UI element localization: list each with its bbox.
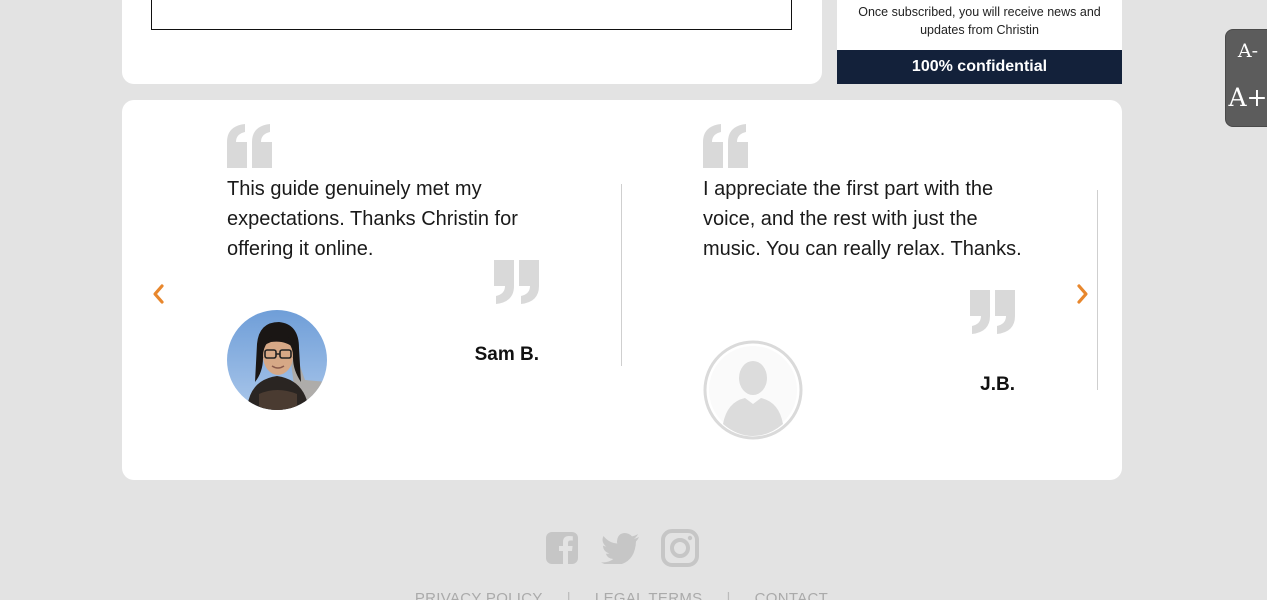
facebook-icon [546, 532, 578, 564]
carousel-prev-button[interactable] [148, 281, 168, 307]
page: Once subscribed, you will receive news a… [0, 0, 1267, 600]
testimonial-item: This guide genuinely met my expectations… [227, 100, 557, 480]
open-quote-icon [227, 124, 272, 168]
carousel-next-button[interactable] [1073, 281, 1093, 307]
link-separator: | [566, 590, 571, 600]
instagram-icon [661, 529, 699, 567]
confidential-banner: 100% confidential [837, 50, 1122, 84]
close-quote-icon [970, 290, 1015, 334]
testimonial-text: I appreciate the first part with the voi… [703, 178, 1022, 260]
instagram-link[interactable] [660, 528, 700, 568]
decrease-font-button[interactable]: A- [1226, 40, 1267, 62]
subscribe-card: Once subscribed, you will receive news a… [837, 0, 1122, 84]
content-card [122, 0, 822, 84]
divider [1097, 190, 1098, 390]
avatar-placeholder-icon [703, 340, 803, 440]
close-quote-icon [494, 260, 539, 304]
testimonial-text: This guide genuinely met my expectations… [227, 178, 518, 260]
testimonial-item: I appreciate the first part with the voi… [703, 100, 1033, 480]
subscribe-note: Once subscribed, you will receive news a… [858, 5, 1101, 37]
chevron-left-icon [153, 284, 164, 304]
divider [621, 184, 622, 366]
testimonials-carousel: This guide genuinely met my expectations… [122, 100, 1122, 480]
increase-font-button[interactable]: A+ [1226, 83, 1267, 112]
twitter-link[interactable] [600, 528, 642, 568]
form-field[interactable] [151, 0, 792, 30]
avatar [227, 310, 327, 410]
testimonial-author: J.B. [980, 374, 1015, 395]
open-quote-icon [703, 124, 748, 168]
link-separator: | [726, 590, 731, 600]
testimonial-author: Sam B. [474, 344, 539, 365]
legal-terms-link[interactable]: LEGAL TERMS [595, 590, 703, 600]
footer-links: PRIVACY POLICY | LEGAL TERMS | CONTACT [0, 590, 1243, 600]
chevron-right-icon [1077, 284, 1088, 304]
contact-link[interactable]: CONTACT [755, 590, 828, 600]
twitter-icon [601, 533, 639, 564]
font-size-widget: A- A+ [1225, 29, 1267, 127]
privacy-policy-link[interactable]: PRIVACY POLICY [415, 590, 543, 600]
facebook-link[interactable] [544, 528, 580, 568]
